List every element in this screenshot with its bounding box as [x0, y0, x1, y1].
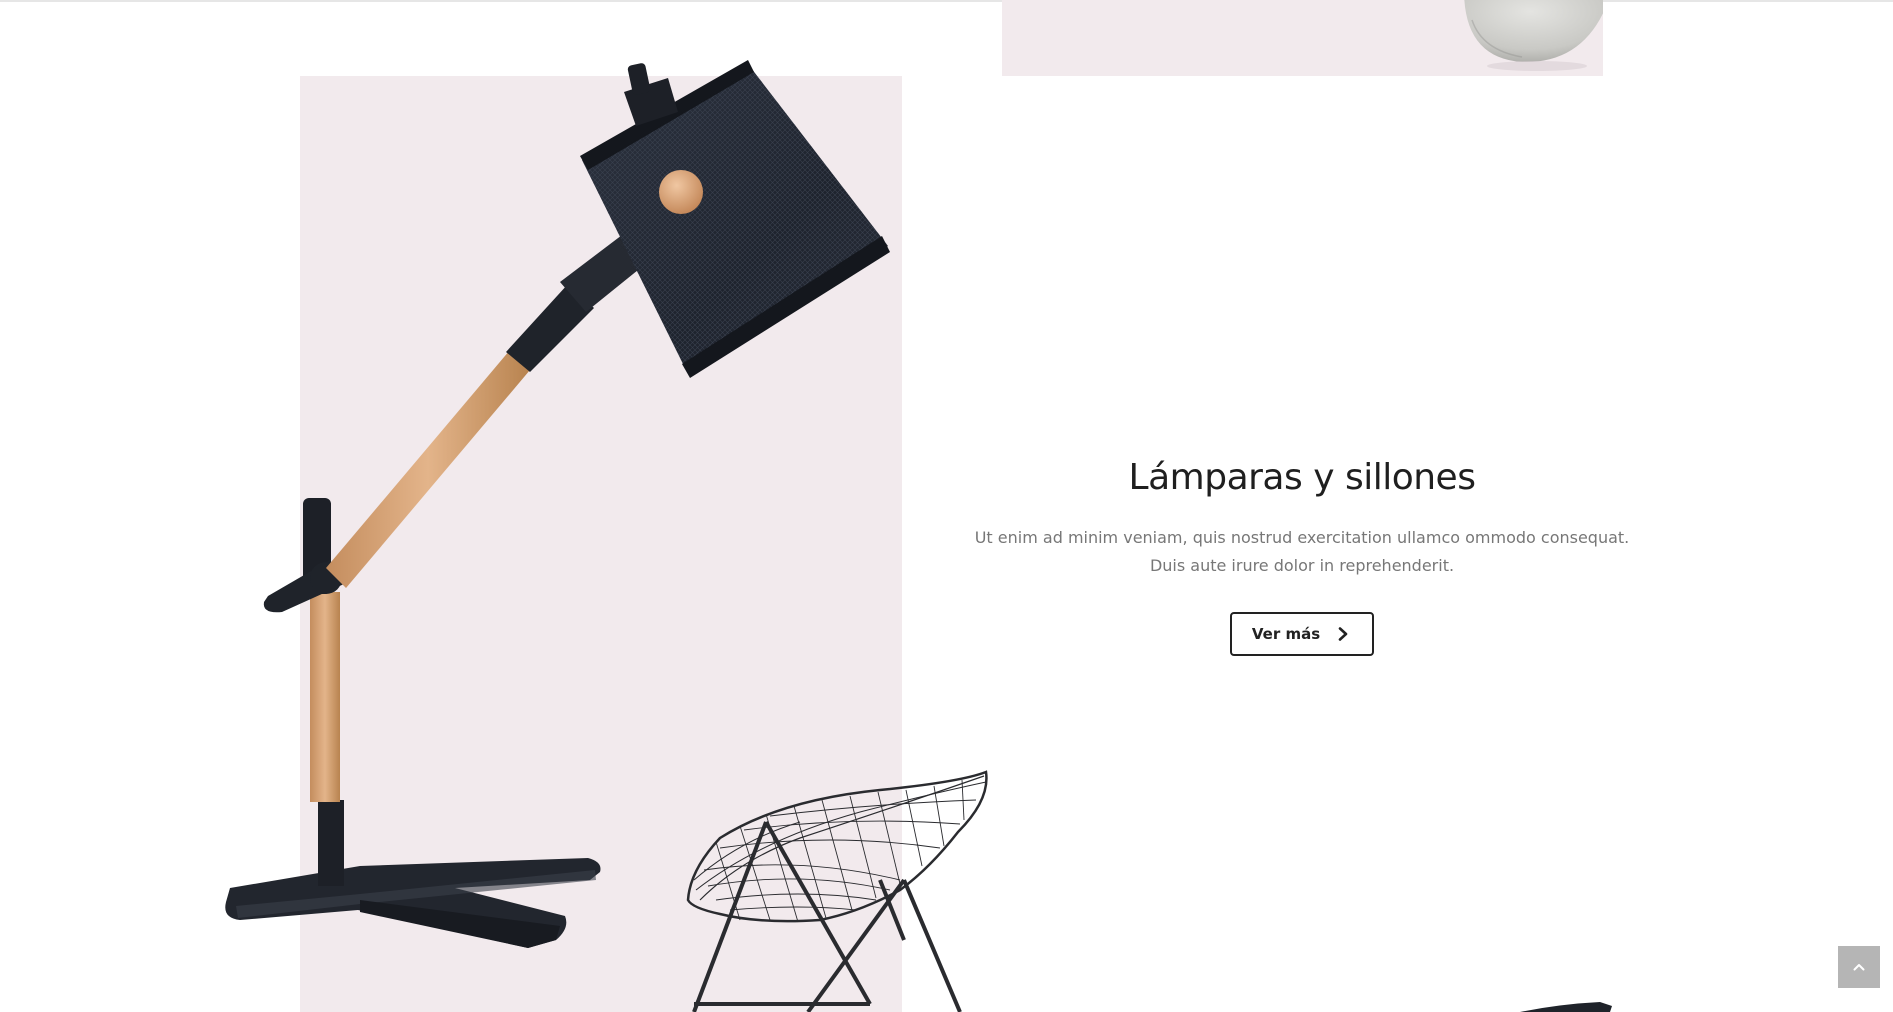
chevron-right-icon: [1338, 627, 1348, 641]
description-line-1: Ut enim ad minim veniam, quis nostrud ex…: [974, 528, 1630, 547]
desk-lamp-image: [225, 60, 890, 948]
see-more-label: Ver más: [1251, 625, 1321, 643]
description-line-2: Duis aute irure dolor in reprehenderit.: [1149, 556, 1455, 575]
corner-product-image: [1520, 1002, 1612, 1012]
wire-chair-image: [686, 770, 988, 1012]
category-section: Lámparas y sillones Ut enim ad minim ven…: [960, 450, 1644, 656]
section-title: Lámparas y sillones: [1128, 457, 1476, 498]
see-more-button[interactable]: Ver más: [1229, 612, 1375, 656]
scroll-to-top-button[interactable]: [1838, 946, 1880, 988]
section-description: Ut enim ad minim veniam, quis nostrud ex…: [960, 524, 1644, 580]
chevron-up-icon: [1853, 964, 1865, 971]
page: Lámparas y sillones Ut enim ad minim ven…: [0, 0, 1893, 1012]
